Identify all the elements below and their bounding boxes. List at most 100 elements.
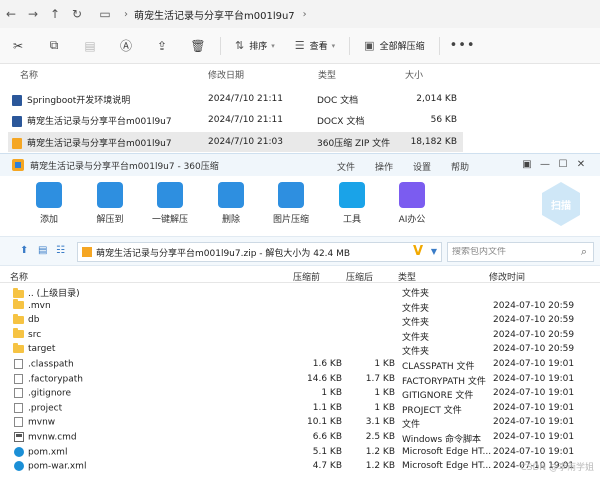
scan-button[interactable]: 扫描	[542, 182, 580, 226]
tool-image-compress[interactable]: 图片压缩	[265, 182, 317, 225]
zip-row-time: 2024-07-10 19:01	[493, 388, 575, 399]
column-name[interactable]: 名称	[20, 68, 38, 81]
column-type[interactable]: 类型	[318, 68, 336, 81]
maximize-icon[interactable]: ☐	[554, 159, 572, 170]
up-arrow-icon[interactable]: ↑	[44, 7, 66, 21]
folder-icon	[13, 313, 24, 324]
edge-html-icon	[14, 446, 24, 457]
share-icon[interactable]: ⇪	[144, 39, 180, 53]
menu-help[interactable]: 帮助	[451, 160, 469, 173]
file-row[interactable]: Springboot开发环境说明 2024/7/10 21:11 DOC 文档 …	[8, 89, 463, 109]
cut-icon[interactable]: ✂	[0, 39, 36, 53]
zip-row-after: 1.2 KB	[365, 446, 395, 457]
chevron-down-icon[interactable]: ▼	[431, 247, 437, 256]
list-mode-icon[interactable]: ☷	[56, 245, 65, 256]
zip-row[interactable]: src 文件夹 2024-07-10 20:59	[0, 328, 600, 343]
column-time[interactable]: 修改时间	[489, 270, 525, 283]
archive-path-field[interactable]: 萌宠生活记录与分享平台m001l9u7.zip - 解包大小为 42.4 MB …	[77, 242, 442, 262]
column-type[interactable]: 类型	[398, 270, 416, 283]
search-box[interactable]: ⌕	[447, 242, 594, 262]
folder-icon	[13, 328, 24, 339]
close-icon[interactable]: ✕	[572, 159, 590, 170]
tool-tools[interactable]: 工具	[326, 182, 378, 225]
copy-icon[interactable]: ⧉	[36, 38, 72, 53]
skin-icon[interactable]: ▣	[518, 159, 536, 170]
ai-office-icon	[399, 182, 425, 208]
zip-row-after: 1 KB	[374, 388, 395, 399]
zip-row-before: 14.6 KB	[307, 373, 342, 384]
toolbar-divider	[220, 36, 221, 55]
file-row-selected[interactable]: 萌宠生活记录与分享平台m001l9u7 2024/7/10 21:03 360压…	[8, 132, 463, 152]
column-date[interactable]: 修改日期	[208, 68, 244, 81]
chevron-down-icon: ▾	[271, 41, 275, 50]
zip-row-name: db	[28, 315, 40, 326]
column-name[interactable]: 名称	[10, 270, 28, 283]
sort-button[interactable]: ⇅ 排序 ▾	[225, 39, 285, 52]
file-row[interactable]: 萌宠生活记录与分享平台m001l9u7 2024/7/10 21:11 DOCX…	[8, 110, 463, 130]
menu-settings[interactable]: 设置	[413, 160, 431, 173]
back-arrow-icon[interactable]: ←	[0, 7, 22, 21]
tool-delete[interactable]: 删除	[205, 182, 257, 225]
extract-all-button[interactable]: ▣ 全部解压缩	[354, 39, 434, 52]
column-after[interactable]: 压缩后	[346, 270, 373, 283]
paste-icon[interactable]: ▤	[72, 39, 108, 53]
zip-row-time: 2024-07-10 19:01	[493, 359, 575, 369]
zip-row[interactable]: .mvn 文件夹 2024-07-10 20:59	[0, 299, 600, 314]
zip-row-name: .classpath	[28, 359, 74, 370]
zip-row-time: 2024-07-10 19:01	[493, 432, 575, 442]
minimize-icon[interactable]: —	[536, 159, 554, 170]
menu-operate[interactable]: 操作	[375, 160, 393, 173]
toolbar-divider	[438, 36, 440, 55]
sort-icon: ⇅	[235, 39, 245, 52]
search-icon[interactable]: ⌕	[581, 245, 587, 259]
search-input[interactable]	[452, 247, 572, 257]
file-size: 56 KB	[430, 115, 457, 125]
zip-row[interactable]: mvnw.cmd 6.6 KB 2.5 KB Windows 命令脚本 2024-07-…	[0, 430, 600, 445]
tool-label: 删除	[221, 215, 240, 225]
refresh-icon[interactable]: ↻	[66, 7, 88, 21]
zip-row-name: mvnw	[28, 417, 56, 428]
zip-row-name: .mvn	[28, 300, 51, 311]
zip-row-after: 1.7 KB	[365, 373, 395, 384]
forward-arrow-icon[interactable]: →	[22, 7, 44, 21]
zip-row[interactable]: .gitignore 1 KB 1 KB GITIGNORE 文件 2024-07-10…	[0, 386, 600, 401]
menu-file[interactable]: 文件	[337, 160, 355, 173]
doc-file-icon	[12, 94, 22, 106]
delete-icon[interactable]: 🗑	[180, 39, 216, 53]
view-button[interactable]: ☰ 查看 ▾	[285, 39, 345, 52]
file-size: 18,182 KB	[410, 137, 457, 147]
zip-row-time: 2024-07-10 19:01	[493, 446, 575, 457]
file-date: 2024/7/10 21:03	[208, 137, 283, 147]
zip-row[interactable]: pom-war.xml 4.7 KB 1.2 KB Microsoft Edge HT…	[0, 459, 600, 474]
zip-row-time: 2024-07-10 20:59	[493, 315, 575, 326]
toolbar-divider	[349, 36, 351, 55]
zip-row[interactable]: target 文件夹 2024-07-10 20:59	[0, 342, 600, 357]
breadcrumb[interactable]: 萌宠生活记录与分享平台m001l9u7	[134, 7, 295, 22]
zip-row[interactable]: pom.xml 5.1 KB 1.2 KB Microsoft Edge HT... 2…	[0, 445, 600, 460]
view-mode-icon[interactable]: ▤	[38, 245, 47, 256]
column-before[interactable]: 压缩前	[293, 270, 320, 283]
extract-to-icon	[97, 182, 123, 208]
up-level-icon[interactable]: ⬆	[20, 245, 28, 256]
zip-row[interactable]: .project 1.1 KB 1 KB PROJECT 文件 2024-07-10 1…	[0, 401, 600, 416]
zip-row-type: 文件夹	[402, 332, 430, 343]
tool-ai-office[interactable]: AI办公	[386, 182, 438, 225]
more-options-icon[interactable]: •••	[450, 38, 476, 53]
zip-row[interactable]: .factorypath 14.6 KB 1.7 KB FACTORYPATH 文件 2…	[0, 372, 600, 387]
zip-row[interactable]: mvnw 10.1 KB 3.1 KB 文件 2024-07-10 19:01	[0, 415, 600, 430]
verified-icon: V	[412, 244, 423, 259]
zip-row-name: mvnw.cmd	[28, 432, 77, 443]
zip-row-name: .project	[28, 403, 63, 414]
zip-row[interactable]: .classpath 1.6 KB 1 KB CLASSPATH 文件 2024-07-…	[0, 357, 600, 372]
tool-add[interactable]: 添加	[23, 182, 75, 225]
tool-one-click-extract[interactable]: 一键解压	[144, 182, 196, 225]
column-size[interactable]: 大小	[405, 68, 423, 81]
rename-icon[interactable]: Ⓐ	[108, 37, 144, 54]
tool-extract-to[interactable]: 解压到	[84, 182, 136, 225]
zip-row-type: CLASSPATH 文件	[402, 362, 475, 372]
zip-row-name: .gitignore	[28, 388, 72, 399]
zip-row[interactable]: .. (上级目录) 文件夹	[0, 284, 600, 299]
file-icon	[14, 417, 23, 428]
zip-row[interactable]: db 文件夹 2024-07-10 20:59	[0, 313, 600, 328]
zip-row-type: 文件夹	[402, 347, 430, 358]
